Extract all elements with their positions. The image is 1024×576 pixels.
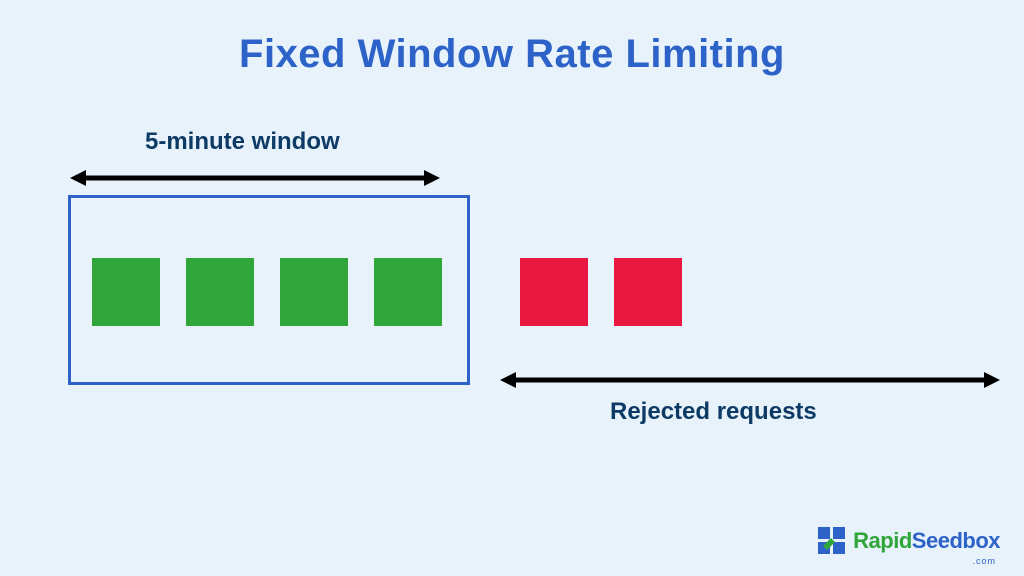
diagram-title: Fixed Window Rate Limiting (0, 32, 1024, 77)
accepted-request-block (92, 258, 160, 326)
accepted-request-block (186, 258, 254, 326)
brand-name: RapidSeedbox (853, 528, 1000, 554)
rejected-width-arrow (500, 370, 1000, 390)
window-icon (817, 526, 847, 556)
accepted-request-block (280, 258, 348, 326)
window-label: 5-minute window (145, 128, 340, 156)
brand-name-part1: Rapid (853, 528, 912, 553)
brand-subtext: .com (972, 556, 996, 566)
rejected-label: Rejected requests (610, 398, 817, 426)
rejected-request-block (520, 258, 588, 326)
accepted-request-block (374, 258, 442, 326)
brand-logo: RapidSeedbox (817, 526, 1000, 556)
rejected-request-block (614, 258, 682, 326)
brand-name-part2: Seedbox (912, 528, 1000, 553)
window-width-arrow (70, 168, 440, 188)
